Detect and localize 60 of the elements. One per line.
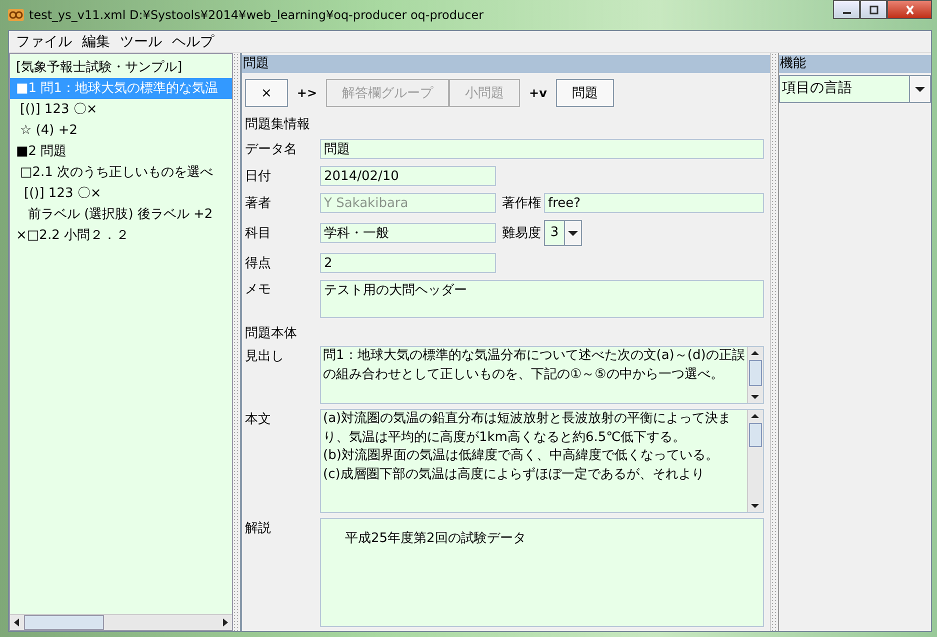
section-heading: 問題本体 xyxy=(244,325,298,343)
menu-item[interactable]: 編集 xyxy=(79,32,117,50)
tree-item[interactable]: ■2 問題 xyxy=(10,141,232,162)
text-area[interactable]: (a)対流圏の気温の鉛直分布は短波放射と長波放射の平衡によって決まり、気温は平均的に高度が1km高くなると約6.5℃低下する。 (b)対流圏界面の気温は低緯度で高く、中高緯度で低くなっている。 (c)成層圏下部の気温は高度によらずほぼ一定であるが、それより xyxy=(320,409,764,513)
field-label: 本文 xyxy=(245,411,272,428)
text-area[interactable]: 平成25年度第2回の試験データ xyxy=(320,518,764,627)
panel-header: 機能 xyxy=(779,55,931,73)
close-icon xyxy=(904,4,916,14)
difficulty-dropdown[interactable]: 3 xyxy=(544,220,582,246)
dropdown-arrow-icon[interactable] xyxy=(914,84,926,94)
field-label: 日付 xyxy=(245,168,272,185)
input-field[interactable]: 学科・一般 xyxy=(320,223,496,243)
toolbar-label: +v xyxy=(528,86,548,100)
field-label: 得点 xyxy=(245,255,272,272)
maximize-icon xyxy=(868,4,880,14)
panel-header: 問題 xyxy=(242,55,770,73)
toolbar-button[interactable]: 問題 xyxy=(556,79,614,107)
tree-item[interactable]: ×□2.2 小問２．２ xyxy=(10,225,232,246)
horizontal-scrollbar[interactable] xyxy=(10,614,232,630)
vertical-scrollbar[interactable] xyxy=(747,410,763,512)
dropdown-arrow-icon[interactable] xyxy=(567,228,579,238)
scrollbar-thumb[interactable] xyxy=(24,615,104,630)
maximize-button[interactable] xyxy=(860,0,887,19)
text-area[interactable]: 問1：地球大気の標準的な気温分布について述べた次の文(a)～(d)の正誤の組み合わせとして正しいものを、下記の①～⑤の中から一つ選べ。 xyxy=(320,346,764,404)
menu-item[interactable]: ヘルプ xyxy=(169,32,221,50)
tree-item[interactable]: [()] 123 〇× xyxy=(10,99,232,120)
toolbar-label: +> xyxy=(296,86,318,100)
field-label: 著作権 xyxy=(501,195,542,212)
scrollbar-thumb[interactable] xyxy=(749,423,762,447)
tree-item[interactable]: 前ラベル (選択肢) 後ラベル +2 xyxy=(10,204,232,225)
field-label: 見出し xyxy=(245,348,285,365)
field-label: メモ xyxy=(245,281,272,298)
minimize-button[interactable] xyxy=(833,0,860,19)
input-field[interactable]: 問題 xyxy=(320,139,764,159)
input-field[interactable]: free? xyxy=(544,193,764,213)
text-area-content: (a)対流圏の気温の鉛直分布は短波放射と長波放射の平衡によって決まり、気温は平均的に高度が1km高くなると約6.5℃低下する。 (b)対流圏界面の気温は低緯度で高く、中高緯度で低くなっている。 (c)成層圏下部の気温は高度によらずほぼ一定であるが、それより xyxy=(322,410,732,484)
text-area-content: 問1：地球大気の標準的な気温分布について述べた次の文(a)～(d)の正誤の組み合わせとして正しいものを、下記の①～⑤の中から一つ選べ。 xyxy=(322,347,746,384)
close-button[interactable] xyxy=(887,0,932,19)
window-title: test_ys_v11.xml D:¥Systools¥2014¥web_learning¥oq-producer oq-producer xyxy=(29,8,485,22)
vertical-scrollbar[interactable] xyxy=(747,347,763,403)
function-dropdown[interactable]: 項目の言語 xyxy=(779,75,931,103)
tree-item[interactable]: ☆ (4) +2 xyxy=(10,120,232,141)
input-field[interactable]: 2014/02/10 xyxy=(320,166,496,186)
section-heading: 問題集情報 xyxy=(244,116,311,134)
tree-item[interactable]: □2.1 次のうち正しいものを選べ xyxy=(10,162,232,183)
text-area[interactable]: テスト用の大問ヘッダー xyxy=(320,280,764,318)
field-label: データ名 xyxy=(245,141,298,158)
field-label: 解説 xyxy=(245,520,272,537)
menu-item[interactable]: ファイル xyxy=(13,32,79,50)
menu-item[interactable]: ツール xyxy=(117,32,169,50)
scrollbar-thumb[interactable] xyxy=(749,360,762,386)
tree-item[interactable]: [気象予報士試験・サンプル] xyxy=(10,57,232,78)
input-field[interactable]: 2 xyxy=(320,253,496,273)
app-icon xyxy=(8,8,24,22)
field-label: 難易度 xyxy=(501,225,542,242)
toolbar-button[interactable]: × xyxy=(245,79,288,107)
tree-item[interactable]: [()] 123 〇× xyxy=(10,183,232,204)
minimize-icon xyxy=(842,12,850,14)
field-label: 科目 xyxy=(245,225,272,242)
field-label: 著者 xyxy=(245,195,272,212)
